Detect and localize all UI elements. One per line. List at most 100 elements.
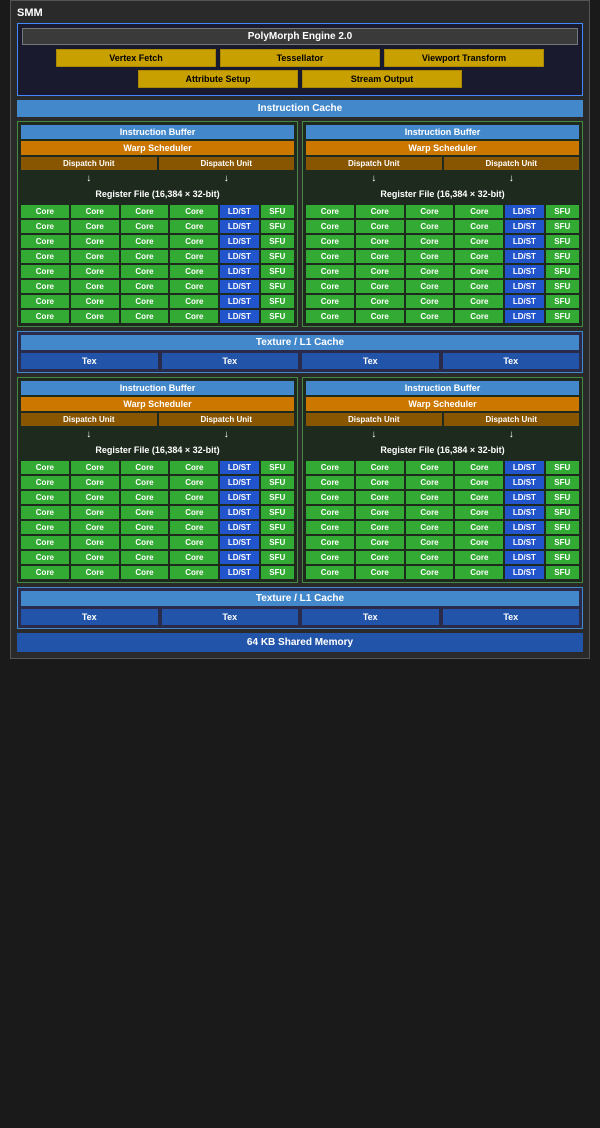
shared-memory: 64 KB Shared Memory — [17, 633, 583, 652]
core-grid-tl: Core Core Core Core LD/ST SFU Core Core … — [21, 205, 294, 323]
core-row-bl-6: Core Core Core Core LD/ST SFU — [21, 536, 294, 549]
core-row-tl-1: Core Core Core Core LD/ST SFU — [21, 205, 294, 218]
core-tl-5-2: Core — [71, 265, 119, 278]
ldst-tl-8: LD/ST — [220, 310, 258, 323]
core-tl-4-1: Core — [21, 250, 69, 263]
sfu-tl-4: SFU — [261, 250, 294, 263]
core-tl-6-2: Core — [71, 280, 119, 293]
ldst-tl-2: LD/ST — [220, 220, 258, 233]
core-row-tr-1: Core Core Core Core LD/ST SFU — [306, 205, 579, 218]
ldst-tl-6: LD/ST — [220, 280, 258, 293]
core-row-tr-2: Core Core Core Core LD/ST SFU — [306, 220, 579, 233]
dispatch-arrows-tr: ↓ ↓ — [306, 173, 579, 184]
tex-bottom-3: Tex — [302, 609, 439, 625]
core-tl-6-4: Core — [170, 280, 218, 293]
core-tl-1-2: Core — [71, 205, 119, 218]
core-row-bl-3: Core Core Core Core LD/ST SFU — [21, 491, 294, 504]
core-tl-7-2: Core — [71, 295, 119, 308]
register-file-tr: Register File (16,384 × 32-bit) — [306, 186, 579, 202]
core-tl-1-4: Core — [170, 205, 218, 218]
dispatch-row-bottom-right: Dispatch Unit Dispatch Unit — [306, 413, 579, 426]
core-tl-4-4: Core — [170, 250, 218, 263]
core-row-br-2: Core Core Core Core LD/ST SFU — [306, 476, 579, 489]
core-row-tl-6: Core Core Core Core LD/ST SFU — [21, 280, 294, 293]
dispatch-unit-tl-2: Dispatch Unit — [159, 157, 295, 170]
core-tl-3-4: Core — [170, 235, 218, 248]
vertex-fetch: Vertex Fetch — [56, 49, 216, 67]
sfu-tl-6: SFU — [261, 280, 294, 293]
dispatch-unit-bl-2: Dispatch Unit — [159, 413, 295, 426]
texture-cache-middle: Texture / L1 Cache Tex Tex Tex Tex — [17, 331, 583, 373]
smm-half-top-left: Instruction Buffer Warp Scheduler Dispat… — [17, 121, 298, 327]
warp-scheduler-top-left: Warp Scheduler — [21, 141, 294, 155]
tex-bottom-1: Tex — [21, 609, 158, 625]
core-row-br-1: Core Core Core Core LD/ST SFU — [306, 461, 579, 474]
smm-container: SMM PolyMorph Engine 2.0 Vertex Fetch Te… — [10, 0, 590, 659]
dispatch-row-top-right: Dispatch Unit Dispatch Unit — [306, 157, 579, 170]
core-row-br-7: Core Core Core Core LD/ST SFU — [306, 551, 579, 564]
core-tl-8-4: Core — [170, 310, 218, 323]
arrow-tr-2: ↓ — [444, 173, 580, 184]
dispatch-unit-tr-2: Dispatch Unit — [444, 157, 580, 170]
core-row-bl-5: Core Core Core Core LD/ST SFU — [21, 521, 294, 534]
core-row-br-3: Core Core Core Core LD/ST SFU — [306, 491, 579, 504]
core-row-bl-2: Core Core Core Core LD/ST SFU — [21, 476, 294, 489]
attribute-setup: Attribute Setup — [138, 70, 298, 88]
core-tl-8-2: Core — [71, 310, 119, 323]
core-tl-3-1: Core — [21, 235, 69, 248]
arrow-tl-1: ↓ — [21, 173, 157, 184]
core-row-tr-5: Core Core Core Core LD/ST SFU — [306, 265, 579, 278]
sfu-tl-7: SFU — [261, 295, 294, 308]
dispatch-unit-bl-1: Dispatch Unit — [21, 413, 157, 426]
smm-title: SMM — [17, 7, 583, 19]
texture-cache-title-middle: Texture / L1 Cache — [21, 335, 579, 350]
arrow-bl-2: ↓ — [159, 429, 295, 440]
core-grid-tr: Core Core Core Core LD/ST SFU Core Core … — [306, 205, 579, 323]
dispatch-row-top-left: Dispatch Unit Dispatch Unit — [21, 157, 294, 170]
smm-half-bottom-left: Instruction Buffer Warp Scheduler Dispat… — [17, 377, 298, 583]
arrow-br-2: ↓ — [444, 429, 580, 440]
dispatch-arrows-br: ↓ ↓ — [306, 429, 579, 440]
polymorph-row2: Attribute Setup Stream Output — [22, 70, 578, 88]
core-row-tr-8: Core Core Core Core LD/ST SFU — [306, 310, 579, 323]
arrow-tl-2: ↓ — [159, 173, 295, 184]
smm-half-top-right: Instruction Buffer Warp Scheduler Dispat… — [302, 121, 583, 327]
inst-buffer-bottom-left: Instruction Buffer — [21, 381, 294, 395]
tex-middle-1: Tex — [21, 353, 158, 369]
smm-top-halves: Instruction Buffer Warp Scheduler Dispat… — [17, 121, 583, 327]
warp-scheduler-top-right: Warp Scheduler — [306, 141, 579, 155]
texture-cache-bottom: Texture / L1 Cache Tex Tex Tex Tex — [17, 587, 583, 629]
core-row-tl-8: Core Core Core Core LD/ST SFU — [21, 310, 294, 323]
inst-buffer-top-left: Instruction Buffer — [21, 125, 294, 139]
ldst-tl-4: LD/ST — [220, 250, 258, 263]
core-grid-br: Core Core Core Core LD/ST SFU Core Core … — [306, 461, 579, 579]
viewport-transform: Viewport Transform — [384, 49, 544, 67]
ldst-tl-5: LD/ST — [220, 265, 258, 278]
dispatch-arrows-bl: ↓ ↓ — [21, 429, 294, 440]
arrow-tr-1: ↓ — [306, 173, 442, 184]
core-row-bl-8: Core Core Core Core LD/ST SFU — [21, 566, 294, 579]
core-row-bl-1: Core Core Core Core LD/ST SFU — [21, 461, 294, 474]
core-row-tl-5: Core Core Core Core LD/ST SFU — [21, 265, 294, 278]
tex-row-middle: Tex Tex Tex Tex — [21, 353, 579, 369]
core-tl-2-2: Core — [71, 220, 119, 233]
register-file-tl: Register File (16,384 × 32-bit) — [21, 186, 294, 202]
ldst-tl-3: LD/ST — [220, 235, 258, 248]
polymorph-section: PolyMorph Engine 2.0 Vertex Fetch Tessel… — [17, 23, 583, 96]
core-row-tr-7: Core Core Core Core LD/ST SFU — [306, 295, 579, 308]
tessellator: Tessellator — [220, 49, 380, 67]
instruction-cache-bar: Instruction Cache — [17, 100, 583, 117]
polymorph-title: PolyMorph Engine 2.0 — [22, 28, 578, 45]
dispatch-unit-br-1: Dispatch Unit — [306, 413, 442, 426]
register-file-bl: Register File (16,384 × 32-bit) — [21, 442, 294, 458]
core-tl-2-4: Core — [170, 220, 218, 233]
core-row-br-6: Core Core Core Core LD/ST SFU — [306, 536, 579, 549]
core-tl-6-1: Core — [21, 280, 69, 293]
core-tl-3-3: Core — [121, 235, 169, 248]
tex-middle-3: Tex — [302, 353, 439, 369]
core-row-tl-7: Core Core Core Core LD/ST SFU — [21, 295, 294, 308]
core-row-br-5: Core Core Core Core LD/ST SFU — [306, 521, 579, 534]
sfu-tl-1: SFU — [261, 205, 294, 218]
core-row-tl-2: Core Core Core Core LD/ST SFU — [21, 220, 294, 233]
dispatch-unit-tl-1: Dispatch Unit — [21, 157, 157, 170]
